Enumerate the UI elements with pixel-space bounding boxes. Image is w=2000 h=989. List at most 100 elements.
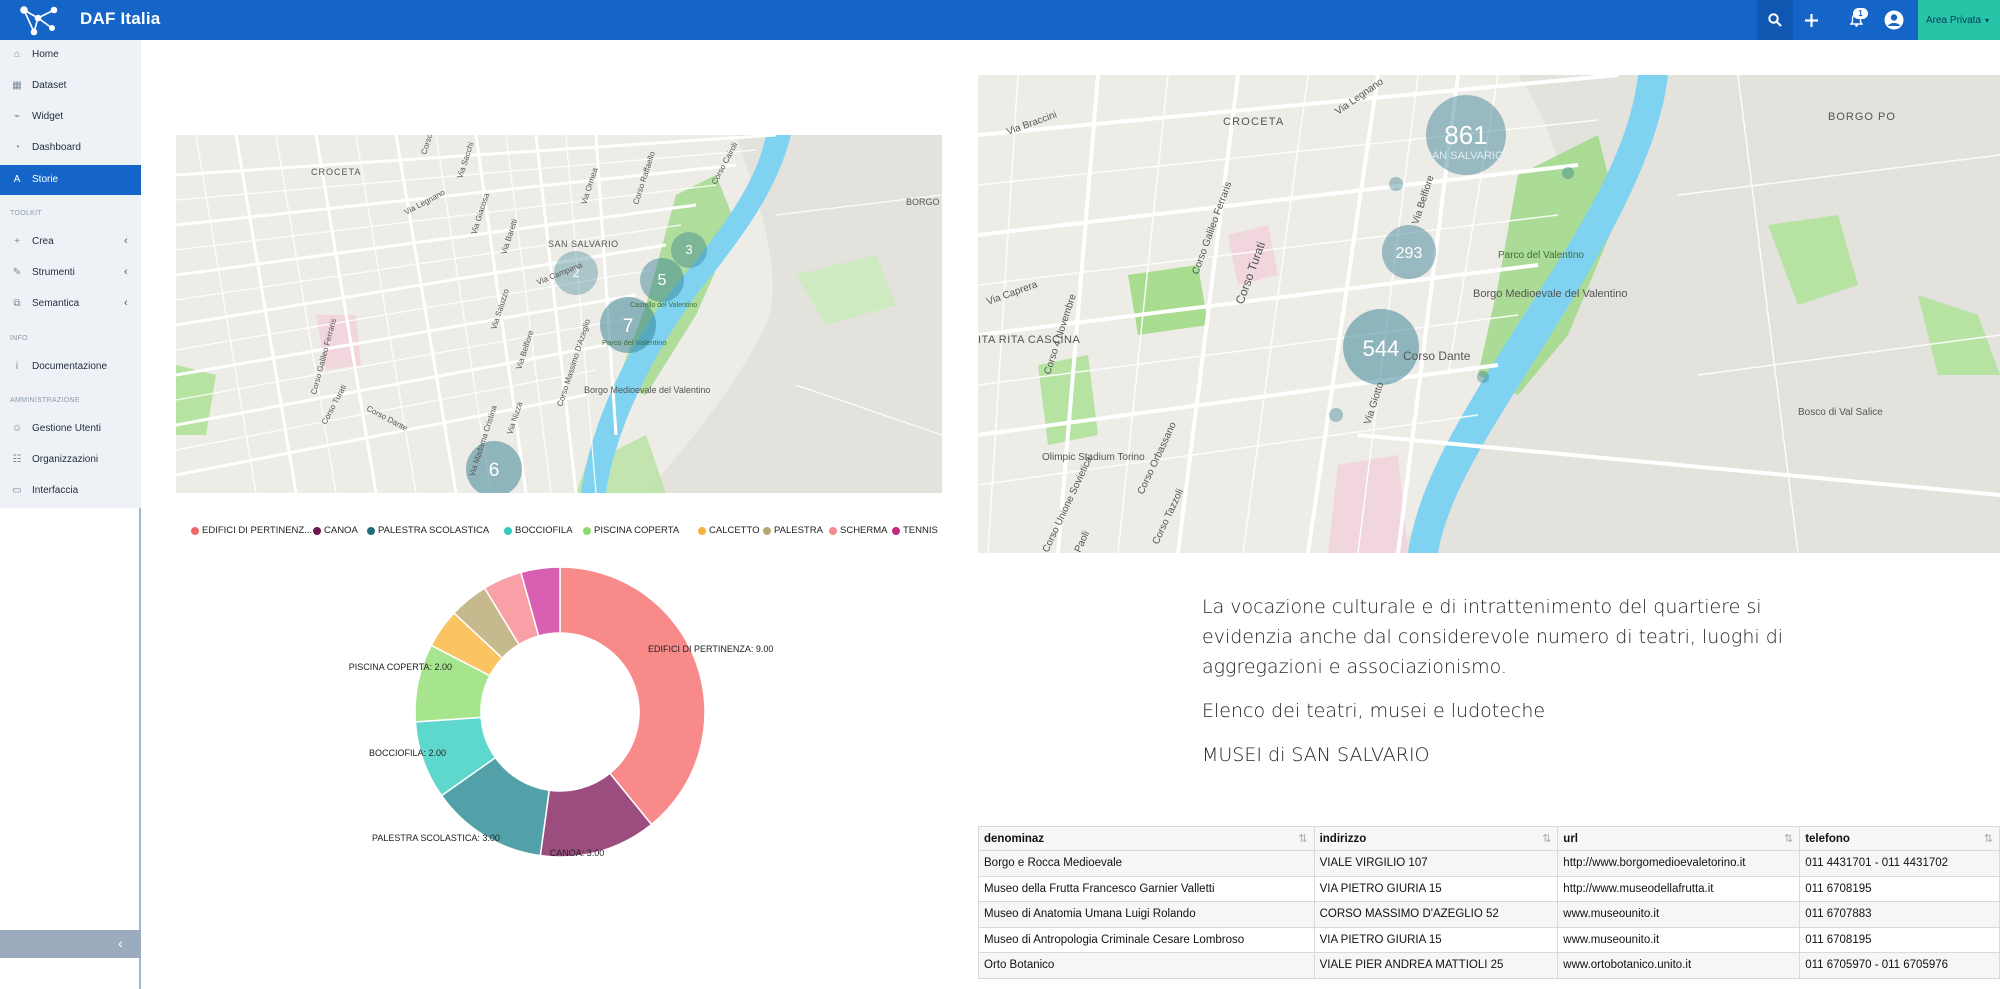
sidebar: ⌂ Home ▦ Dataset ⌁ Widget ◔ Dashboard A … <box>0 40 141 989</box>
dashboard-icon: ◔ <box>13 142 21 153</box>
column-header-telefono[interactable]: telefono ⇅ <box>1799 826 2000 851</box>
daf-logo-icon[interactable] <box>18 4 60 36</box>
sidebar-item-crea[interactable]: + Crea ‹ <box>0 227 141 257</box>
sidebar-item-home[interactable]: ⌂ Home <box>0 40 141 70</box>
sidebar-item-organizzazioni[interactable]: ☷ Organizzazioni <box>0 445 141 475</box>
top-navbar: DAF Italia 1 Area Privata ▾ <box>0 0 2000 40</box>
info-icon: i <box>15 361 19 372</box>
column-header-label: telefono <box>1805 832 1850 845</box>
legend-item[interactable]: PISCINA COPERTA <box>583 525 679 536</box>
legend-item[interactable]: TENNIS <box>892 525 938 536</box>
map-cluster-count[interactable]: 6 <box>489 460 500 481</box>
legend-item[interactable]: BOCCIOFILA <box>504 525 573 536</box>
legend-label: TENNIS <box>903 525 938 536</box>
map-label: Bosco di Val Salice <box>1798 407 1883 418</box>
legend-swatch <box>829 526 837 535</box>
donut-slice-label: BOCCIOFILA: 2.00 <box>369 748 446 758</box>
notifications-button[interactable] <box>1838 0 1874 40</box>
table-cell: www.ortobotanico.unito.it <box>1557 952 1801 979</box>
legend-swatch <box>313 526 321 535</box>
sort-icon[interactable]: ⇅ <box>1984 832 1993 845</box>
sidebar-item-label: Home <box>32 49 59 60</box>
sidebar-item-label: Crea <box>32 236 54 247</box>
legend-item[interactable]: SCHERMA <box>829 525 888 536</box>
table-row[interactable]: Museo di Anatomia Umana Luigi Rolando CO… <box>978 901 2000 928</box>
sidebar-collapse-button[interactable]: ‹ <box>0 930 141 958</box>
column-header-denominaz[interactable]: denominaz ⇅ <box>978 826 1315 851</box>
table-cell: 011 4431701 - 011 4431702 <box>1799 850 2000 877</box>
search-button[interactable] <box>1757 0 1793 40</box>
sort-icon[interactable]: ⇅ <box>1298 832 1307 845</box>
map-cluster-count[interactable]: 5 <box>658 272 667 289</box>
sidebar-item-interfaccia[interactable]: ▭ Interfaccia <box>0 476 141 506</box>
sidebar-item-gestione-utenti[interactable]: ☺ Gestione Utenti <box>0 414 141 444</box>
sidebar-menu: ⌂ Home ▦ Dataset ⌁ Widget ◔ Dashboard A … <box>0 40 141 508</box>
sort-icon[interactable]: ⇅ <box>1542 832 1551 845</box>
legend-item[interactable]: PALESTRA <box>763 525 823 536</box>
sidebar-item-widget[interactable]: ⌁ Widget <box>0 102 141 132</box>
table-cell: Museo di Antropologia Criminale Cesare L… <box>978 926 1315 953</box>
column-header-label: url <box>1563 832 1578 845</box>
legend-swatch <box>583 526 591 535</box>
table-row[interactable]: Museo di Antropologia Criminale Cesare L… <box>978 926 2000 953</box>
map-cultural-places[interactable]: 861 293 544 CROCETA BORGO PO SAN SALVARI… <box>978 75 2000 553</box>
table-row[interactable]: Museo della Frutta Francesco Garnier Val… <box>978 875 2000 902</box>
map-cluster-count[interactable]: 293 <box>1396 245 1423 262</box>
map-cluster-count[interactable]: 861 <box>1444 120 1487 150</box>
legend-item[interactable]: CANOA <box>313 525 358 536</box>
sidebar-item-label: Semantica <box>32 298 80 309</box>
chart-legend: EDIFICI DI PERTINENZ... CANOA PALESTRA SCO… <box>191 525 951 539</box>
legend-label: PALESTRA <box>774 525 823 536</box>
map-label: BORGO <box>906 197 940 207</box>
sidebar-item-label: Interfaccia <box>32 485 79 496</box>
sidebar-item-dashboard[interactable]: ◔ Dashboard <box>0 133 141 163</box>
section-title: MUSEI di SAN SALVARIO <box>1202 744 1430 766</box>
section-title-info: INFO <box>10 335 28 342</box>
column-header-indirizzo[interactable]: indirizzo ⇅ <box>1313 826 1559 851</box>
donut-slice[interactable] <box>559 566 706 826</box>
table-cell: VIALE VIRGILIO 107 <box>1313 850 1559 877</box>
map-label: Parco del Valentino <box>602 338 667 347</box>
table-row[interactable]: Borgo e Rocca Medioevale VIALE VIRGILIO … <box>978 850 2000 877</box>
sidebar-item-label: Dataset <box>32 80 67 91</box>
map-label: Borgo Medioevale del Valentino <box>1473 288 1628 300</box>
sidebar-item-strumenti[interactable]: ✎ Strumenti ‹ <box>0 258 141 288</box>
legend-label: PISCINA COPERTA <box>594 525 680 536</box>
sidebar-item-label: Strumenti <box>32 267 75 278</box>
map-cluster-count[interactable]: 544 <box>1363 336 1400 361</box>
user-circle-icon <box>1884 10 1904 30</box>
table-cell: Museo della Frutta Francesco Garnier Val… <box>978 875 1315 902</box>
area-privata-dropdown[interactable]: Area Privata ▾ <box>1918 0 2000 40</box>
map-label: CROCETA <box>1223 116 1284 128</box>
legend-swatch <box>191 526 199 535</box>
sidebar-item-semantica[interactable]: ⧉ Semantica ‹ <box>0 289 141 319</box>
map-sport-facilities[interactable]: 2 3 5 7 6 CROCETA SAN SALVARIO BORGO Bor… <box>176 135 942 493</box>
map-cluster-count[interactable]: 7 <box>623 316 634 337</box>
sidebar-item-dataset[interactable]: ▦ Dataset <box>0 71 141 101</box>
table-cell: VIA PIETRO GIURIA 15 <box>1313 926 1559 953</box>
plus-icon <box>1804 13 1818 27</box>
search-icon <box>1768 13 1782 27</box>
user-menu-button[interactable] <box>1876 0 1912 40</box>
app-title[interactable]: DAF Italia <box>80 9 160 29</box>
column-header-url[interactable]: url ⇅ <box>1557 826 1801 851</box>
sidebar-item-documentazione[interactable]: i Documentazione <box>0 352 141 382</box>
map-label: CROCETA <box>311 167 361 177</box>
column-header-label: denominaz <box>984 832 1045 845</box>
add-button[interactable] <box>1793 0 1829 40</box>
table-cell: Orto Botanico <box>978 952 1315 979</box>
table-row[interactable]: Orto Botanico VIALE PIER ANDREA MATTIOLI… <box>978 952 2000 979</box>
story-paragraph: La vocazione culturale e di intrattenime… <box>1202 596 1784 678</box>
table-cell: VIALE PIER ANDREA MATTIOLI 25 <box>1313 952 1559 979</box>
legend-swatch <box>892 526 900 535</box>
sort-icon[interactable]: ⇅ <box>1784 832 1793 845</box>
section-title-amministrazione: AMMINISTRAZIONE <box>10 397 80 404</box>
map-cluster-count[interactable]: 3 <box>685 242 692 257</box>
legend-item[interactable]: EDIFICI DI PERTINENZ... <box>191 525 312 536</box>
column-header-label: indirizzo <box>1319 832 1367 845</box>
legend-item[interactable]: PALESTRA SCOLASTICA <box>367 525 489 536</box>
legend-item[interactable]: CALCETTO <box>698 525 760 536</box>
donut-slice-label: PISCINA COPERTA: 2.00 <box>349 662 452 672</box>
area-privata-label: Area Privata <box>1926 14 1982 26</box>
sidebar-item-storie[interactable]: A Storie <box>0 165 141 195</box>
